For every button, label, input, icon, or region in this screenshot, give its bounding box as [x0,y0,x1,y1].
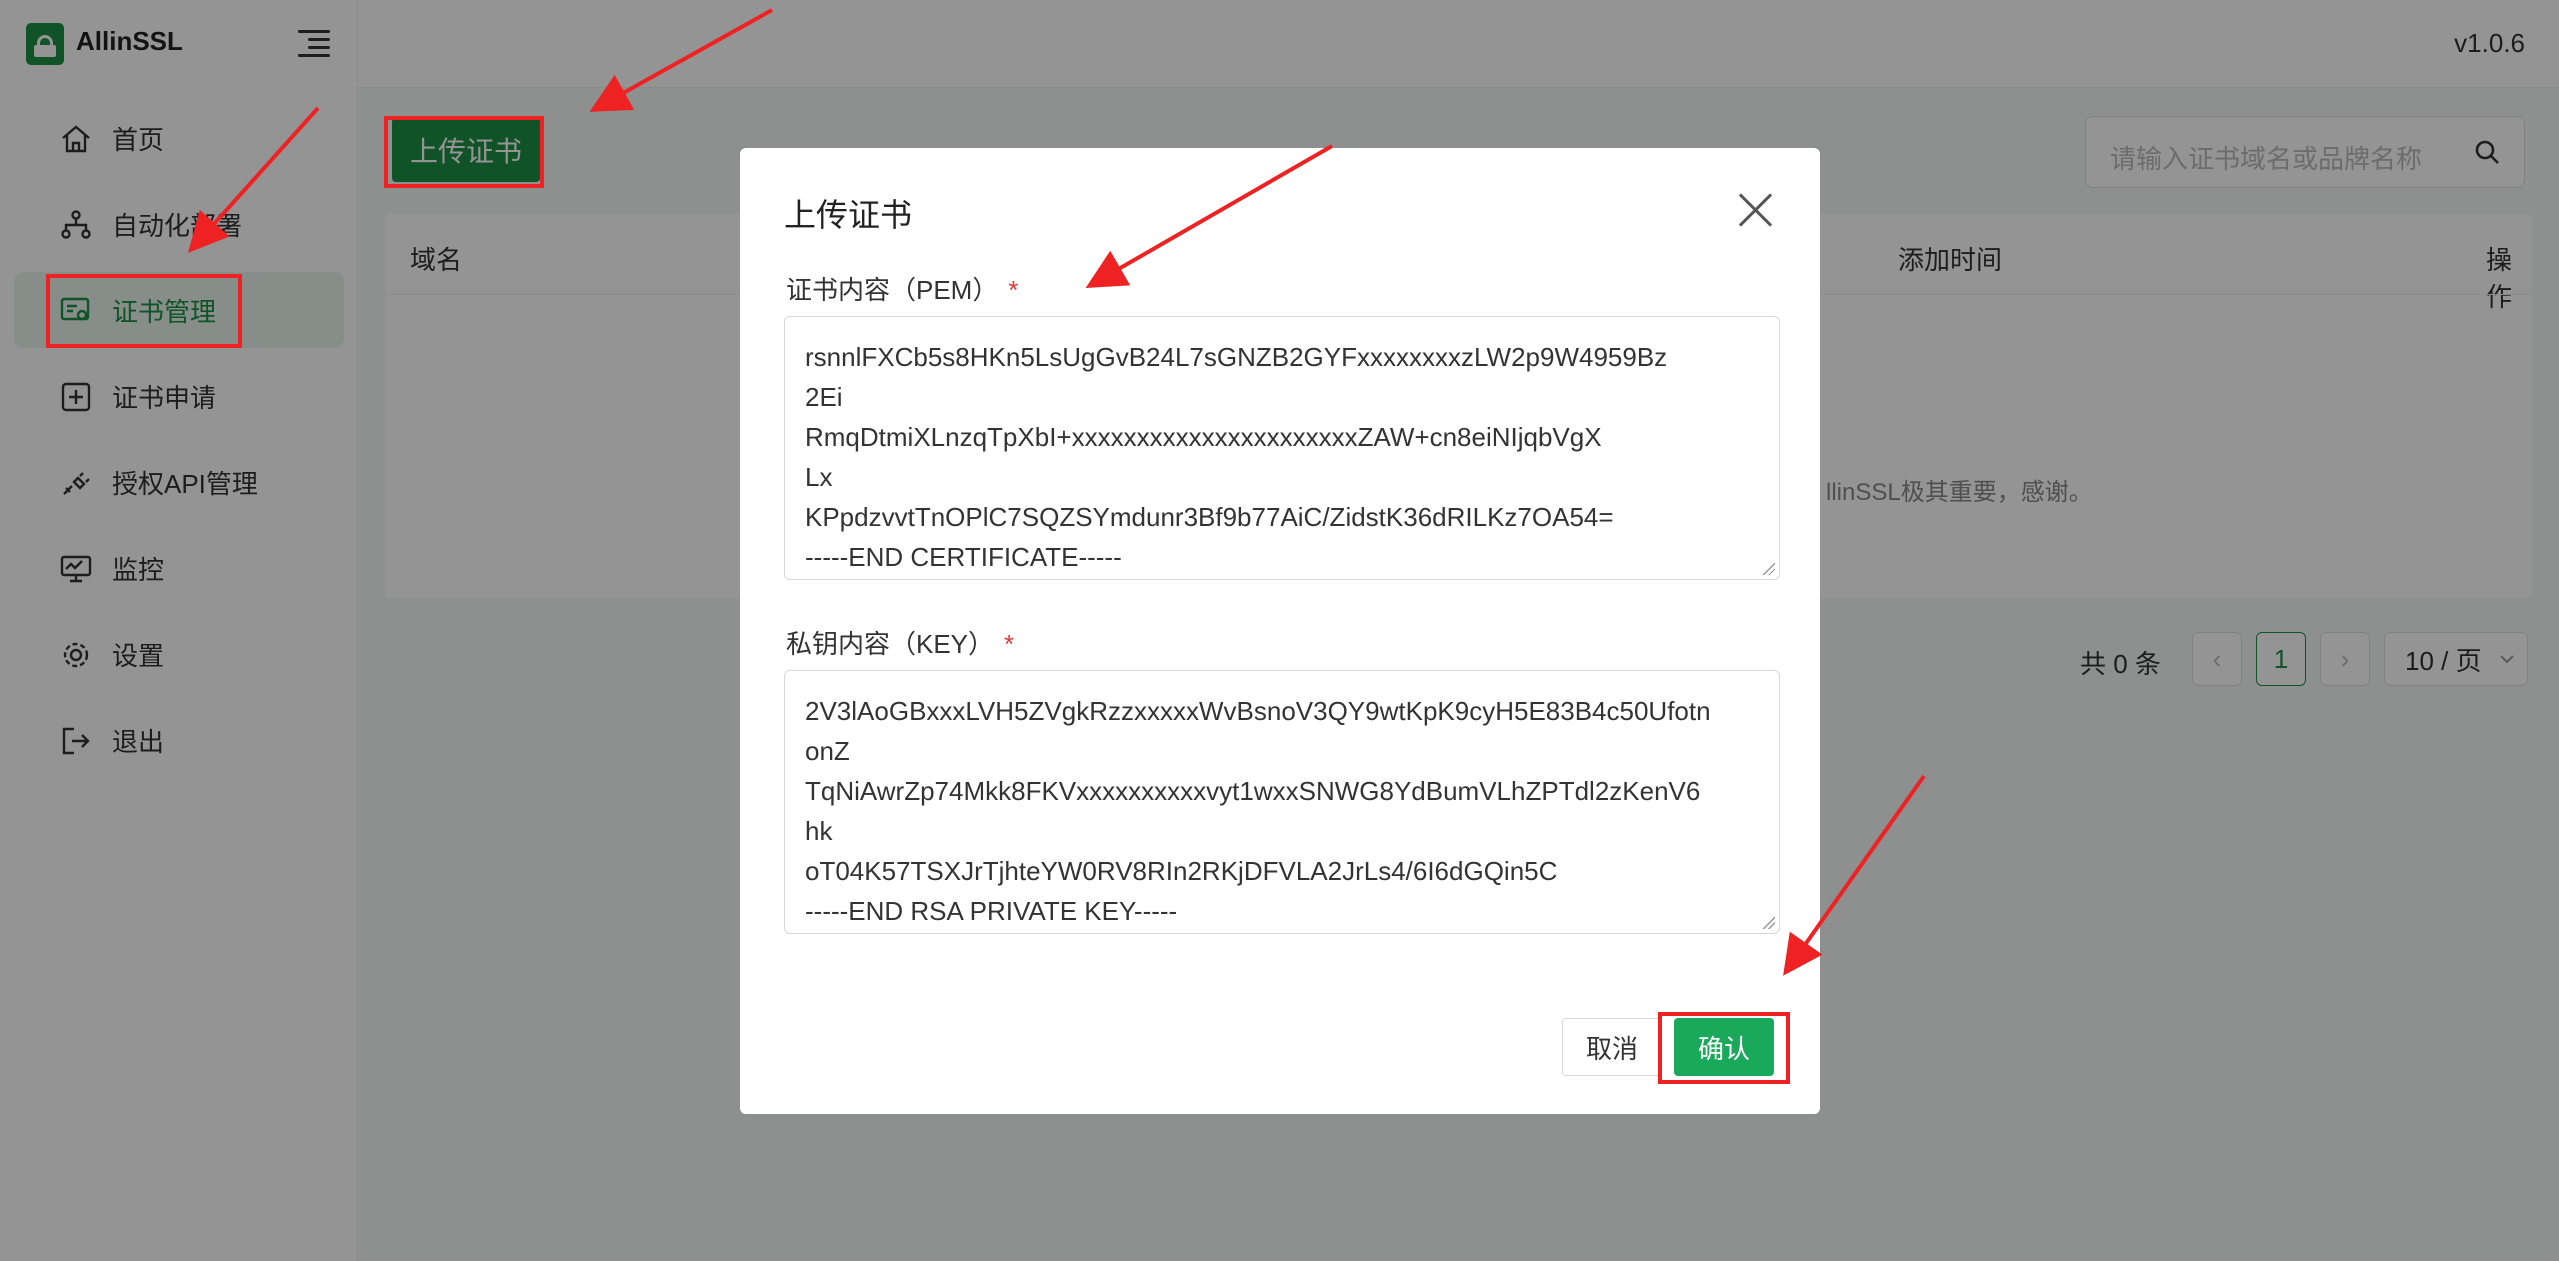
arrow-to-confirm-button [1783,774,1926,976]
arrow-to-cert-menu [187,106,320,253]
arrow-to-cert-field [1085,144,1333,288]
arrow-to-upload-button [589,8,773,112]
annotation-arrows [187,8,1926,976]
